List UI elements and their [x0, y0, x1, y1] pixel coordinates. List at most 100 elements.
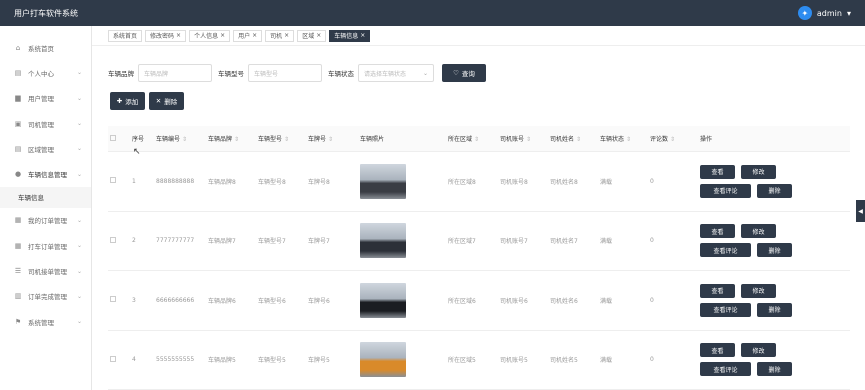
- column-header[interactable]: 车辆型号 ⇕: [258, 134, 308, 143]
- sidebar-item[interactable]: ▥ 订单完成管理 ⌄: [0, 284, 91, 309]
- row-checkbox[interactable]: [110, 236, 116, 243]
- sidebar-item[interactable]: ▆ 用户管理 ⌄: [0, 86, 91, 111]
- column-header[interactable]: 评论数 ⇕: [650, 134, 700, 143]
- delete-row-button[interactable]: 删除: [757, 243, 792, 258]
- column-header[interactable]: 司机账号 ⇕: [500, 134, 550, 143]
- sort-icon: ⇕: [670, 136, 676, 143]
- operation-row: 查看评论 删除: [700, 243, 800, 258]
- sidebar-subitem-vehicle-info[interactable]: 车辆信息: [0, 186, 91, 208]
- view-reviews-button[interactable]: 查看评论: [700, 183, 751, 198]
- cell-no: 6666666666: [156, 296, 195, 304]
- sort-icon: ⇕: [234, 136, 240, 143]
- edit-button[interactable]: 修改: [741, 283, 776, 298]
- tab[interactable]: 车辆信息 ×: [329, 29, 371, 42]
- cell-name: 司机姓名6: [550, 297, 578, 305]
- user-icon: ▆: [15, 94, 21, 103]
- column-header-label: 车辆照片: [360, 136, 385, 143]
- grid-icon: ▦: [14, 216, 22, 225]
- table-row: 3 6666666666 车辆品牌6 车辆型号6 车牌号6 所在区域6 司机账号6 司机姓名6…: [108, 271, 850, 331]
- tab[interactable]: 用户 ×: [233, 29, 263, 42]
- cell-idx: 3: [132, 296, 136, 304]
- tab[interactable]: 系统首页: [108, 29, 143, 42]
- cell-area: 所在区域7: [448, 238, 476, 246]
- user-menu[interactable]: ✦ admin ▾: [797, 5, 851, 21]
- sidebar-item[interactable]: ▦ 打车订单管理 ⌄: [0, 233, 91, 258]
- chevron-down-icon: ⌄: [76, 69, 82, 77]
- app-title: 用户打车软件系统: [14, 9, 78, 18]
- row-checkbox[interactable]: [110, 177, 116, 184]
- column-header[interactable]: 车辆照片: [360, 134, 448, 143]
- sort-icon: ⇕: [576, 136, 582, 143]
- select-all-checkbox[interactable]: [110, 134, 116, 141]
- close-icon[interactable]: ×: [252, 32, 257, 39]
- column-header-label: 车辆型号: [258, 136, 283, 143]
- delete-button[interactable]: ✕ 删除: [149, 92, 184, 110]
- row-checkbox[interactable]: [110, 355, 116, 362]
- sidebar-item-label: 系统首页: [28, 44, 54, 53]
- brand-input[interactable]: 车辆品牌: [138, 64, 212, 82]
- checkbox-cell: [108, 296, 132, 304]
- close-icon[interactable]: ×: [284, 32, 289, 39]
- sidebar-item[interactable]: ▤ 个人中心 ⌄: [0, 60, 91, 85]
- view-button[interactable]: 查看: [700, 224, 735, 239]
- close-icon[interactable]: ×: [360, 32, 365, 39]
- edit-button[interactable]: 修改: [741, 224, 776, 239]
- search-bar: 车辆品牌 车辆品牌 车辆型号 车辆型号 车辆状态 请选择车辆状态 ⌄ ♡ 查询: [108, 64, 486, 82]
- column-header[interactable]: 司机姓名 ⇕: [550, 134, 600, 143]
- view-button[interactable]: 查看: [700, 164, 735, 179]
- cell-brand: 车辆品牌7: [208, 238, 236, 246]
- sidebar-item[interactable]: ☰ 司机接单管理 ⌄: [0, 258, 91, 283]
- operation-row: 查看 修改: [700, 164, 800, 179]
- add-button[interactable]: ✚ 添加: [110, 92, 145, 110]
- column-header[interactable]: 车辆编号 ⇕: [156, 134, 208, 143]
- view-button[interactable]: 查看: [700, 283, 735, 298]
- column-header[interactable]: 车牌号 ⇕: [308, 134, 360, 143]
- sidebar-item[interactable]: ▤ 区域管理 ⌄: [0, 136, 91, 161]
- sort-icon: ⇕: [328, 136, 334, 143]
- status-select[interactable]: 请选择车辆状态 ⌄: [358, 64, 434, 82]
- tab-bar: 系统首页 修改密码 × 个人信息 × 用户 × 司机 × 区域 × 车辆信息 ×: [92, 26, 865, 46]
- tab[interactable]: 司机 ×: [265, 29, 295, 42]
- query-button[interactable]: ♡ 查询: [442, 64, 486, 82]
- view-reviews-button[interactable]: 查看评论: [700, 302, 751, 317]
- column-header[interactable]: 车辆状态 ⇕: [600, 134, 650, 143]
- column-header[interactable]: 车辆品牌 ⇕: [208, 134, 258, 143]
- tab[interactable]: 个人信息 ×: [189, 29, 231, 42]
- tab[interactable]: 修改密码 ×: [145, 29, 187, 42]
- side-panel-toggle[interactable]: ◀: [856, 200, 865, 222]
- car-photo: [360, 342, 406, 378]
- cell-model: 车辆型号5: [258, 357, 286, 365]
- cell-model: 车辆型号6: [258, 297, 286, 305]
- calendar-icon: ▤: [14, 68, 22, 77]
- sort-icon: ⇕: [182, 136, 188, 143]
- delete-row-button[interactable]: 删除: [757, 183, 792, 198]
- column-header-label: 评论数: [650, 136, 669, 143]
- cell-plate: 车牌号5: [308, 357, 330, 365]
- tab[interactable]: 区域 ×: [297, 29, 327, 42]
- view-button[interactable]: 查看: [700, 343, 735, 358]
- row-checkbox[interactable]: [110, 296, 116, 303]
- close-icon[interactable]: ×: [176, 32, 181, 39]
- chevron-down-icon: ⌄: [76, 318, 82, 326]
- cell-photo: [360, 342, 448, 378]
- heart-icon: ♡: [453, 69, 459, 77]
- model-input[interactable]: 车辆型号: [248, 64, 322, 82]
- cell-model: 车辆型号8: [258, 178, 286, 186]
- sidebar-item[interactable]: ● 车辆信息管理 ⌄: [0, 161, 91, 186]
- sidebar-item[interactable]: ⌂ 系统首页: [0, 35, 91, 60]
- car-photo: [360, 163, 406, 199]
- cell-area: 所在区域8: [448, 178, 476, 186]
- delete-row-button[interactable]: 删除: [757, 302, 792, 317]
- sort-icon: ⇕: [626, 136, 632, 143]
- sidebar-item[interactable]: ▣ 司机管理 ⌄: [0, 111, 91, 136]
- edit-button[interactable]: 修改: [741, 164, 776, 179]
- column-header[interactable]: 所在区域 ⇕: [448, 134, 500, 143]
- view-reviews-button[interactable]: 查看评论: [700, 362, 751, 377]
- view-reviews-button[interactable]: 查看评论: [700, 243, 751, 258]
- close-icon[interactable]: ×: [220, 32, 225, 39]
- close-icon[interactable]: ×: [316, 32, 321, 39]
- delete-row-button[interactable]: 删除: [757, 362, 792, 377]
- sidebar-item[interactable]: ⚑ 系统管理 ⌄: [0, 309, 91, 334]
- sidebar-item[interactable]: ▦ 我的订单管理 ⌄: [0, 208, 91, 233]
- edit-button[interactable]: 修改: [741, 343, 776, 358]
